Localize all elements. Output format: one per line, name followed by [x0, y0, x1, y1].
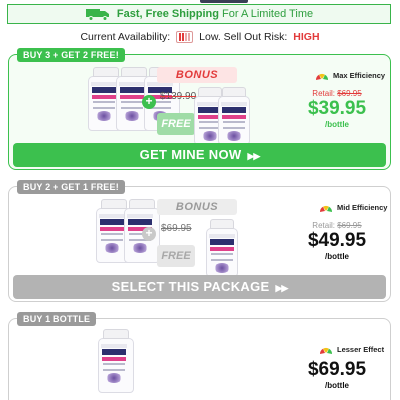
gauge-icon: [320, 205, 332, 212]
bonus-free-badge: FREE: [157, 113, 195, 135]
top-bar-edge: [200, 0, 248, 3]
package-tag: BUY 1 BOTTLE: [17, 312, 97, 326]
select-this-package-button[interactable]: SELECT THIS PACKAGE ▶▶: [13, 275, 386, 299]
efficiency-indicator: Max Efficiency: [315, 71, 385, 80]
shipping-text: Fast, Free Shipping For A Limited Time: [116, 8, 314, 20]
bonus-free-badge: FREE: [157, 245, 195, 267]
get-mine-now-button[interactable]: GET MINE NOW ▶▶: [13, 143, 386, 167]
risk-value: HIGH: [293, 31, 320, 43]
bonus-label: BONUS: [157, 67, 237, 83]
per-bottle-label: /bottle: [325, 252, 349, 261]
plus-icon: +: [142, 95, 156, 109]
bottle-image: [97, 329, 135, 393]
efficiency-label: Mid Efficiency: [337, 203, 388, 212]
double-chevron-right-icon: ▶▶: [247, 151, 260, 161]
bonus-bottles: [193, 87, 251, 145]
availability-label: Current Availability:: [80, 31, 171, 43]
double-chevron-right-icon: ▶▶: [275, 283, 289, 293]
plus-icon: +: [142, 227, 156, 241]
efficiency-label: Max Efficiency: [333, 71, 386, 80]
package-tag: BUY 3 + GET 2 FREE!: [17, 48, 125, 62]
sale-price: $69.95: [307, 359, 367, 380]
risk-label: Low. Sell Out Risk:: [199, 31, 288, 43]
bonus-strike-price: $69.95: [161, 223, 192, 234]
bonus-strike-price: $139.90: [160, 91, 197, 102]
price-block: Retail: $69.95 $39.95 /bottle: [287, 89, 387, 129]
per-bottle-label: /bottle: [325, 120, 349, 129]
retail-price: Retail: $69.95: [312, 89, 362, 98]
price-block: Retail: $69.95 $49.95 /bottle: [287, 221, 387, 261]
sale-price: $49.95: [307, 230, 367, 251]
package-tag: BUY 2 + GET 1 FREE!: [17, 180, 125, 194]
bonus-label: BONUS: [157, 199, 237, 215]
sale-price: $39.95: [307, 98, 367, 119]
price-block: $69.95 /bottle: [287, 359, 387, 390]
package-buy2[interactable]: BUY 2 + GET 1 FREE! + BONUS $69.95 FREE …: [8, 180, 391, 302]
efficiency-indicator: Mid Efficiency: [319, 203, 387, 212]
package-buy3[interactable]: BUY 3 + GET 2 FREE! + BONUS $139.90 FREE…: [8, 48, 391, 170]
availability-row: Current Availability: Low. Sell Out Risk…: [0, 28, 400, 46]
availability-meter: [176, 31, 194, 43]
per-bottle-label: /bottle: [325, 381, 349, 390]
product-bottles: [97, 329, 135, 393]
gauge-icon: [316, 73, 328, 80]
efficiency-indicator: Lesser Effect: [319, 345, 384, 354]
bonus-box: BONUS $69.95 FREE: [157, 199, 239, 277]
shipping-banner: Fast, Free Shipping For A Limited Time: [7, 4, 391, 24]
retail-price: Retail: $69.95: [312, 221, 362, 230]
gauge-icon: [320, 347, 332, 354]
bonus-box: BONUS $139.90 FREE: [157, 67, 250, 145]
package-buy1[interactable]: BUY 1 BOTTLE Lesser Effect $69.95 /bottl…: [8, 312, 391, 400]
truck-icon: [85, 9, 109, 21]
efficiency-label: Lesser Effect: [337, 345, 385, 354]
bottle-image: [205, 219, 239, 277]
bottle-image: [217, 87, 251, 145]
bonus-bottles: [205, 219, 239, 277]
